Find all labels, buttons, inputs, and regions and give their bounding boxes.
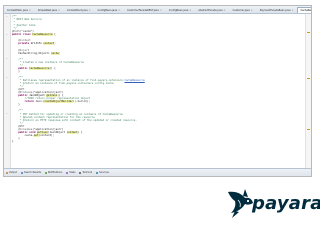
editor-tab[interactable]: SimpleRest.java× <box>35 7 63 13</box>
code-token: context <box>43 42 55 46</box>
code-editor[interactable]: − − − − − /** * REST Web Service * * @au… <box>4 14 306 168</box>
code-token: } <box>12 139 14 143</box>
error-stripe-mark[interactable] <box>307 78 310 79</box>
bottom-tab-label: Notifications <box>47 171 63 174</box>
code-token: cache <box>51 51 59 55</box>
bottom-tab[interactable]: Services <box>94 171 111 174</box>
close-icon[interactable]: × <box>29 9 31 12</box>
fold-toggle-icon[interactable]: − <box>5 57 8 60</box>
editor-tab-label: CustomerFacadeREST.java <box>127 9 159 12</box>
error-stripe[interactable] <box>305 14 311 168</box>
editor-tab[interactable]: ConfigBean.java× <box>166 7 195 13</box>
code-token: * @return an HTTP response with content … <box>12 118 137 122</box>
panel-icon <box>20 171 23 174</box>
editor-tab[interactable]: CustomerFacadeREST.java× <box>124 7 165 13</box>
editor-tab[interactable]: AbstractFacade.java× <box>195 7 228 13</box>
bottom-tab-label: Tasks <box>69 171 76 174</box>
editor-tab[interactable]: ConfigBean.java× <box>95 7 124 13</box>
bottom-tab-label: Search Results <box>23 171 41 174</box>
bottom-tab[interactable]: Notifications <box>43 171 64 174</box>
code-token: * REST Web Service <box>12 18 42 22</box>
code-token: (content); <box>38 133 55 137</box>
editor-tab-label: AbstractFacade.java <box>198 9 223 12</box>
panel-icon <box>96 171 99 174</box>
code-line[interactable]: } <box>12 140 304 143</box>
code-token: UriInfo <box>30 42 44 46</box>
bottom-tab[interactable]: Search Results <box>19 171 43 174</box>
editor-tab[interactable]: ContextRoot.java× <box>64 7 94 13</box>
panel-icon <box>66 171 69 174</box>
editor-tab-label: Customer.java <box>232 9 250 12</box>
code-token: () { <box>49 66 56 70</box>
fold-toggle-icon[interactable]: − <box>5 76 8 79</box>
close-icon[interactable]: × <box>58 9 60 12</box>
code-token: ; <box>54 42 56 46</box>
code-token: public class <box>12 33 33 37</box>
error-stripe-mark[interactable] <box>307 129 310 130</box>
code-token: createObjectBuilder <box>43 100 73 104</box>
editor-gutter: − − − − − <box>4 14 11 168</box>
editor-tab-label: SimpleRest.java <box>37 9 57 12</box>
close-icon[interactable]: × <box>224 9 226 12</box>
close-icon[interactable]: × <box>89 9 91 12</box>
payara-wordmark: payara <box>252 193 320 214</box>
editor-tab-label: ContextMain.java <box>7 9 28 12</box>
editor-tab-label: CacheResource.java <box>300 9 311 12</box>
editor-tab-label: ContextRoot.java <box>67 9 88 12</box>
code-token: content <box>66 130 78 134</box>
close-icon[interactable]: × <box>160 9 162 12</box>
fold-toggle-icon[interactable]: − <box>5 15 8 18</box>
code-token: } <box>12 69 20 73</box>
code-token: Cache <box>12 51 27 55</box>
bottom-tab[interactable]: Terminal <box>77 171 94 174</box>
panel-icon <box>6 171 8 174</box>
code-token: ) { <box>77 130 83 134</box>
fold-toggle-icon[interactable]: − <box>5 112 8 115</box>
panel-icon <box>44 171 47 174</box>
code-token: ().build(); <box>72 100 91 104</box>
bottom-tab[interactable]: Output <box>4 171 19 174</box>
ide-window: ContextMain.java× SimpleRest.java× Context… <box>3 5 312 177</box>
fold-toggle-icon[interactable]: − <box>5 33 8 36</box>
bottom-tab-label: Terminal <box>82 171 93 174</box>
code-token: private <box>12 42 31 46</box>
close-icon[interactable]: × <box>251 9 253 12</box>
code-token: } <box>12 103 20 107</box>
bottom-tab-label: Services <box>99 171 109 174</box>
code-token: * @return an instance of fish.payara.con… <box>12 82 114 86</box>
bottom-tab-label: Output <box>9 171 17 174</box>
close-icon[interactable]: × <box>118 9 120 12</box>
code-token: CacheResource <box>32 33 53 37</box>
code-token: ; <box>58 51 61 55</box>
editor-tab[interactable]: PaymentFacadeBean.java× <box>257 7 297 13</box>
editor-tab-label: ConfigBean.java <box>168 9 189 12</box>
source-code[interactable]: /** * REST Web Service * * @author mike … <box>12 15 304 143</box>
code-token: <String,Object> <box>26 51 52 55</box>
error-stripe-mark[interactable] <box>307 32 310 33</box>
close-icon[interactable]: × <box>291 9 293 12</box>
bottom-panel-tabs: Output Search Results Notifications Tasks Te… <box>4 168 311 176</box>
panel-icon <box>79 171 82 174</box>
code-token: { <box>52 33 56 37</box>
code-token: CacheResource <box>29 66 50 70</box>
editor-tab-label: PaymentFacadeBean.java <box>259 9 291 12</box>
payara-logo: payara <box>226 187 320 219</box>
bottom-tab[interactable]: Tasks <box>64 171 77 174</box>
editor-tab-bar: ContextMain.java× SimpleRest.java× Context… <box>4 6 311 14</box>
editor-tab[interactable]: ContextMain.java× <box>4 7 34 13</box>
editor-tab-label: ConfigBean.java <box>97 9 118 12</box>
editor-tab[interactable]: Customer.java× <box>230 7 256 13</box>
editor-tab[interactable]: CacheResource.java× <box>297 7 311 13</box>
close-icon[interactable]: × <box>189 9 191 12</box>
code-link[interactable]: CacheResource <box>124 79 144 82</box>
